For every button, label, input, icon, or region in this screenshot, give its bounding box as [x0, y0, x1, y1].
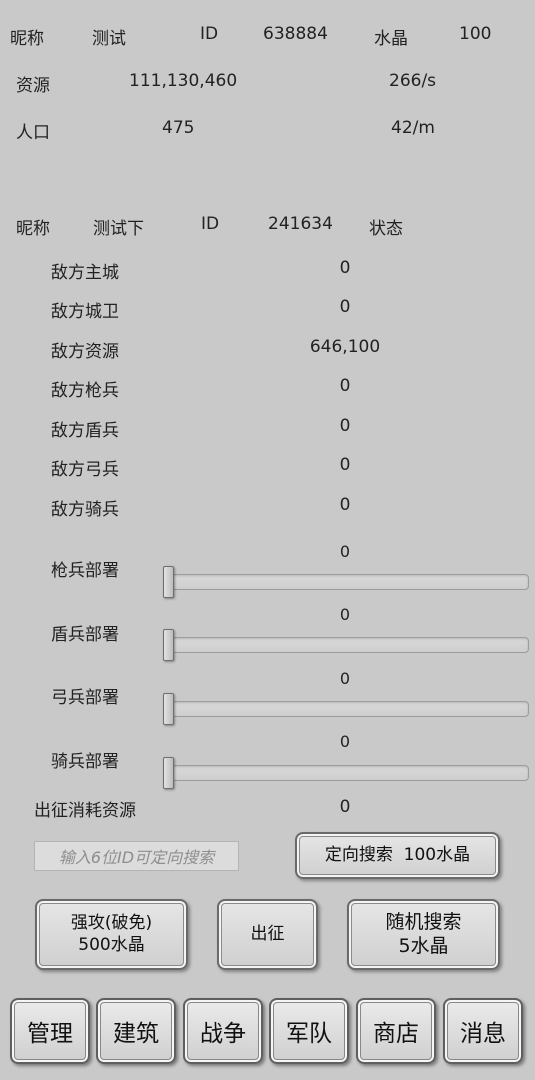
random-search-button[interactable]: 随机搜索 5水晶: [347, 899, 500, 970]
enemy-spearman-label: 敌方枪兵: [51, 381, 119, 401]
player-population-rate: 42/m: [391, 118, 435, 138]
player-crystal: 100: [459, 24, 492, 44]
target-id: 241634: [268, 214, 333, 234]
deploy-shieldman-slider[interactable]: [166, 637, 529, 653]
march-button[interactable]: 出征: [217, 899, 318, 970]
random-search-line1: 随机搜索: [385, 910, 462, 933]
strong-attack-line2: 500水晶: [78, 934, 145, 955]
tab-army[interactable]: 军队: [269, 998, 349, 1064]
deploy-spearman-value: 0: [339, 542, 351, 561]
deploy-spearman-handle[interactable]: [163, 566, 174, 598]
deploy-cavalry-label: 骑兵部署: [51, 752, 119, 772]
player-resource-label: 资源: [16, 76, 50, 96]
deploy-archer-handle[interactable]: [163, 693, 174, 725]
enemy-resource-value: 646,100: [309, 337, 381, 357]
enemy-archer-label: 敌方弓兵: [51, 460, 119, 480]
enemy-shieldman-value: 0: [339, 416, 351, 436]
enemy-main-city-label: 敌方主城: [51, 263, 119, 283]
tab-shop-label: 商店: [373, 1021, 419, 1047]
strong-attack-line1: 强攻(破免): [70, 913, 153, 934]
enemy-spearman-value: 0: [339, 376, 351, 396]
player-id-label: ID: [200, 24, 219, 44]
tab-war[interactable]: 战争: [183, 998, 263, 1064]
target-status-label: 状态: [369, 219, 403, 239]
enemy-guard-label: 敌方城卫: [51, 302, 119, 322]
deploy-archer-slider[interactable]: [166, 701, 529, 717]
target-id-input[interactable]: 输入6位ID可定向搜索: [34, 841, 239, 871]
tab-messages[interactable]: 消息: [443, 998, 523, 1064]
deploy-cavalry-handle[interactable]: [163, 757, 174, 789]
tab-army-label: 军队: [286, 1021, 332, 1047]
tab-shop[interactable]: 商店: [356, 998, 436, 1064]
random-search-line2: 5水晶: [398, 934, 449, 957]
strong-attack-button[interactable]: 强攻(破免) 500水晶: [35, 899, 188, 970]
enemy-archer-value: 0: [339, 455, 351, 475]
enemy-resource-label: 敌方资源: [51, 342, 119, 362]
tab-messages-label: 消息: [460, 1021, 506, 1047]
deploy-shieldman-value: 0: [339, 605, 351, 624]
enemy-main-city-value: 0: [339, 258, 351, 278]
directed-search-label: 定向搜索 100水晶: [324, 844, 471, 865]
player-population: 475: [162, 118, 195, 138]
tab-manage-label: 管理: [27, 1021, 73, 1047]
player-id: 638884: [263, 24, 328, 44]
tab-manage[interactable]: 管理: [10, 998, 90, 1064]
target-id-input-placeholder: 输入6位ID可定向搜索: [58, 848, 215, 867]
enemy-cavalry-label: 敌方骑兵: [51, 500, 119, 520]
target-nickname: 测试下: [93, 219, 144, 239]
enemy-shieldman-label: 敌方盾兵: [51, 421, 119, 441]
player-resource: 111,130,460: [129, 71, 238, 91]
enemy-cavalry-value: 0: [339, 495, 351, 515]
deploy-spearman-label: 枪兵部署: [51, 561, 119, 581]
target-id-label: ID: [201, 214, 220, 234]
deploy-cavalry-slider[interactable]: [166, 765, 529, 781]
deploy-spearman-slider[interactable]: [166, 574, 529, 590]
directed-search-button[interactable]: 定向搜索 100水晶: [295, 832, 500, 879]
deploy-cavalry-value: 0: [339, 732, 351, 751]
enemy-guard-value: 0: [339, 297, 351, 317]
tab-building-label: 建筑: [113, 1021, 159, 1047]
march-cost-value: 0: [339, 797, 351, 817]
deploy-shieldman-label: 盾兵部署: [51, 625, 119, 645]
deploy-archer-value: 0: [339, 669, 351, 688]
march-cost-label: 出征消耗资源: [34, 801, 136, 821]
player-nickname-label: 昵称: [10, 29, 44, 49]
deploy-archer-label: 弓兵部署: [51, 688, 119, 708]
player-resource-rate: 266/s: [389, 71, 437, 91]
deploy-shieldman-handle[interactable]: [163, 629, 174, 661]
player-nickname: 测试: [92, 29, 126, 49]
player-crystal-label: 水晶: [374, 29, 408, 49]
tab-building[interactable]: 建筑: [96, 998, 176, 1064]
tab-war-label: 战争: [200, 1021, 246, 1047]
player-population-label: 人口: [16, 123, 50, 143]
march-label: 出征: [250, 923, 285, 944]
target-nickname-label: 昵称: [16, 219, 50, 239]
